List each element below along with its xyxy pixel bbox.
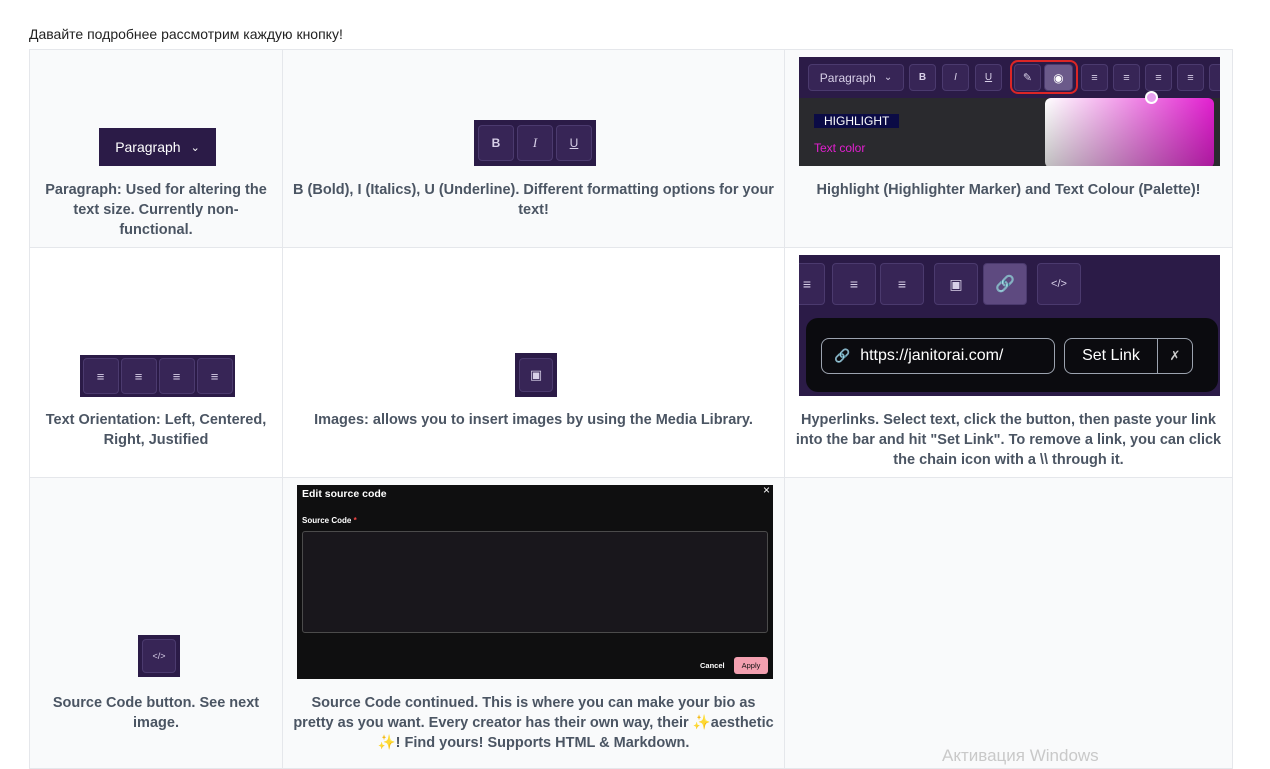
- paragraph-label: Paragraph: [115, 139, 181, 155]
- toolbar-paragraph-button[interactable]: Paragraph ⌄: [808, 64, 904, 91]
- align-center-icon[interactable]: ≡: [1113, 64, 1140, 91]
- images-caption: Images: allows you to insert images by u…: [314, 412, 753, 428]
- align-left-icon[interactable]: ≡: [1081, 64, 1108, 91]
- hyperlinks-caption: Hyperlinks. Select text, click the butto…: [795, 412, 1222, 468]
- link-url-value: https://janitorai.com/: [860, 347, 1004, 364]
- code-icon[interactable]: </>: [1037, 263, 1081, 305]
- apply-button[interactable]: Apply: [734, 657, 768, 674]
- cell-images: ▣ Images: allows you to insert images by…: [282, 247, 785, 478]
- color-picker-handle[interactable]: [1145, 91, 1158, 104]
- unlink-icon[interactable]: ✗: [1158, 339, 1192, 373]
- align-justify-icon[interactable]: ≡: [1177, 64, 1204, 91]
- cell-hyperlinks: ≡ ≡ ≡ ▣ 🔗 </> 🔗 https://janitorai.com/ S…: [784, 247, 1233, 478]
- paragraph-dropdown-button[interactable]: Paragraph ⌄: [99, 128, 216, 166]
- link-icon[interactable]: 🔗: [983, 263, 1027, 305]
- image-icon[interactable]: ▣: [934, 263, 978, 305]
- link-icon: 🔗: [834, 348, 851, 363]
- aesthetic-word: aesthetic: [710, 715, 774, 731]
- cell-formatting: B I U B (Bold), I (Italics), U (Underlin…: [282, 49, 785, 248]
- source-code-label: Source Code *: [302, 516, 357, 525]
- source-editor-caption-end: ! Find yours! Supports HTML & Markdown.: [395, 735, 690, 751]
- align-right-icon[interactable]: ≡: [1145, 64, 1172, 91]
- toolbar-bold-button[interactable]: B: [909, 64, 936, 91]
- formatting-caption: B (Bold), I (Italics), U (Underline). Di…: [293, 182, 774, 218]
- bold-button[interactable]: B: [478, 125, 514, 161]
- align-left-icon[interactable]: ≡: [82, 358, 119, 394]
- align-center-icon[interactable]: ≡: [799, 263, 825, 305]
- formatting-button-group: B I U: [474, 120, 596, 166]
- highlight-caption: Highlight (Highlighter Marker) and Text …: [816, 182, 1201, 198]
- close-icon[interactable]: ×: [763, 485, 770, 497]
- source-code-textarea[interactable]: [302, 531, 768, 633]
- align-right-icon[interactable]: ≡: [832, 263, 876, 305]
- source-editor-caption: Source Code continued. This is where you…: [291, 693, 776, 753]
- dialog-title: Edit source code: [302, 488, 387, 500]
- toolbar-more-button[interactable]: [1209, 64, 1220, 91]
- underline-button[interactable]: U: [556, 125, 592, 161]
- chevron-down-icon: ⌄: [883, 72, 893, 83]
- palette-icon[interactable]: ◉: [1044, 64, 1073, 91]
- sparkle-icon: ✨: [377, 735, 396, 751]
- align-justify-icon[interactable]: ≡: [196, 358, 233, 394]
- toolbar-italic-button[interactable]: I: [942, 64, 969, 91]
- toolbar-underline-button[interactable]: U: [975, 64, 1002, 91]
- align-center-icon[interactable]: ≡: [120, 358, 157, 394]
- toolbar-paragraph-label: Paragraph: [819, 70, 876, 85]
- cell-paragraph: Paragraph ⌄ Paragraph: Used for altering…: [29, 49, 283, 248]
- cell-source-editor: Edit source code × Source Code * Cancel …: [282, 477, 785, 769]
- hyperlink-screenshot: ≡ ≡ ≡ ▣ 🔗 </> 🔗 https://janitorai.com/ S…: [799, 255, 1220, 396]
- buttons-guide-table: Paragraph ⌄ Paragraph: Used for altering…: [29, 49, 1233, 769]
- highlight-sample-text: HIGHLIGHT: [814, 114, 900, 128]
- highlight-screenshot: Paragraph ⌄ B I U ✎ ◉ ≡ ≡ ≡ ≡ HIGHLIGHT …: [799, 57, 1220, 166]
- link-actions: Set Link ✗: [1064, 338, 1193, 374]
- intro-text: Давайте подробнее рассмотрим каждую кноп…: [29, 26, 343, 42]
- cell-source-code: </> Source Code button. See next image.: [29, 477, 283, 769]
- source-code-label-text: Source Code: [302, 516, 352, 525]
- cell-highlight: Paragraph ⌄ B I U ✎ ◉ ≡ ≡ ≡ ≡ HIGHLIGHT …: [784, 49, 1233, 248]
- italic-button[interactable]: I: [517, 125, 553, 161]
- link-url-input[interactable]: 🔗 https://janitorai.com/: [821, 338, 1055, 374]
- windows-activation-watermark: Активация Windows: [942, 746, 1099, 765]
- source-code-caption: Source Code button. See next image.: [52, 695, 260, 731]
- cell-orientation: ≡ ≡ ≡ ≡ Text Orientation: Left, Centered…: [29, 247, 283, 478]
- alignment-button-group: ≡ ≡ ≡ ≡: [80, 355, 235, 397]
- color-picker[interactable]: [1045, 98, 1214, 166]
- highlighter-icon[interactable]: ✎: [1014, 64, 1041, 91]
- sparkle-icon: ✨: [692, 715, 711, 731]
- source-code-button-frame: </>: [138, 635, 180, 677]
- paragraph-caption: Paragraph: Used for altering the text si…: [45, 182, 267, 238]
- align-right-icon[interactable]: ≡: [158, 358, 195, 394]
- align-justify-icon[interactable]: ≡: [880, 263, 924, 305]
- required-mark: *: [353, 516, 357, 525]
- text-color-sample: Text color: [814, 141, 866, 155]
- source-editor-caption-text: Source Code continued. This is where you…: [293, 695, 756, 731]
- cancel-button[interactable]: Cancel: [700, 661, 725, 670]
- image-button-frame: ▣: [515, 353, 557, 397]
- chevron-down-icon: ⌄: [190, 141, 200, 154]
- code-icon[interactable]: </>: [142, 639, 176, 673]
- cell-empty: [784, 477, 1233, 769]
- set-link-button[interactable]: Set Link: [1065, 339, 1158, 373]
- image-icon[interactable]: ▣: [519, 358, 553, 392]
- orientation-caption: Text Orientation: Left, Centered, Right,…: [45, 412, 267, 448]
- source-editor-dialog: Edit source code × Source Code * Cancel …: [297, 485, 773, 679]
